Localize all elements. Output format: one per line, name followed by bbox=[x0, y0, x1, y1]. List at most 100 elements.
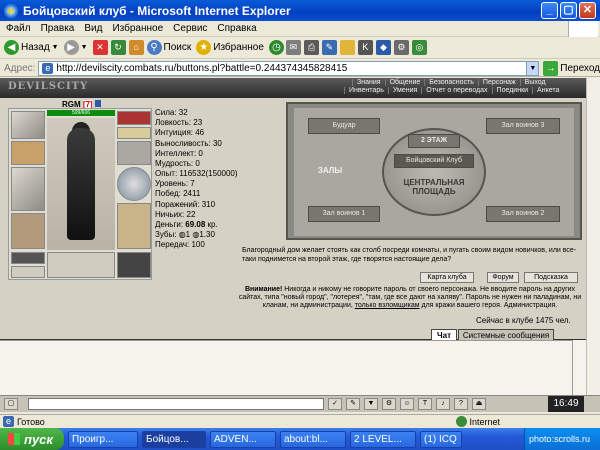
nav-top: Знания Общение Безопасность Персонаж Вых… bbox=[352, 79, 550, 86]
chat-input[interactable] bbox=[28, 398, 324, 410]
room-boudoir[interactable]: Будуар bbox=[308, 118, 380, 134]
back-arrow-icon: ◀ bbox=[4, 40, 19, 55]
favorites-button[interactable]: ★ Избранное bbox=[196, 40, 264, 55]
nav-transfers[interactable]: Отчет о переводах bbox=[421, 87, 491, 94]
close-button[interactable]: ✕ bbox=[579, 2, 596, 19]
task-ie-club[interactable]: Бойцов... bbox=[142, 430, 206, 448]
menu-help[interactable]: Справка bbox=[217, 23, 256, 34]
club-map-button[interactable]: Карта клуба bbox=[420, 272, 474, 283]
task-player[interactable]: Проигр... bbox=[68, 430, 138, 448]
nav-profile[interactable]: Анкета bbox=[532, 87, 563, 94]
shield-slot[interactable] bbox=[117, 167, 151, 201]
chat-exit-icon[interactable]: ⏏ bbox=[472, 398, 486, 410]
hint-button[interactable]: Подсказка bbox=[524, 272, 578, 283]
minimize-button[interactable]: _ bbox=[541, 2, 558, 19]
nav-inventory[interactable]: Инвентарь bbox=[344, 87, 388, 94]
bracers-slot[interactable] bbox=[11, 141, 45, 165]
chat-help-icon[interactable]: ? bbox=[454, 398, 468, 410]
task-adven[interactable]: ADVEN... bbox=[210, 430, 276, 448]
stop-icon[interactable]: ✕ bbox=[92, 40, 108, 55]
chat-sound-icon[interactable]: ♪ bbox=[436, 398, 450, 410]
folder-icon[interactable] bbox=[339, 40, 355, 55]
character-avatar[interactable] bbox=[47, 118, 115, 250]
bag-slots[interactable] bbox=[47, 252, 115, 278]
weapon-slot[interactable] bbox=[11, 167, 45, 211]
stat-losses: Поражений: 310 bbox=[155, 199, 216, 209]
page-scrollbar[interactable] bbox=[586, 78, 600, 395]
online-count: Сейчас в клубе 1475 чел. bbox=[476, 316, 571, 325]
club-link[interactable]: Бойцовский Клуб bbox=[394, 154, 474, 168]
amulet-slot[interactable] bbox=[117, 111, 151, 125]
boots-slot[interactable] bbox=[117, 252, 151, 278]
chat-translit-icon[interactable]: T bbox=[418, 398, 432, 410]
chat-settings-icon[interactable]: ⚙ bbox=[382, 398, 396, 410]
stat-wins: Побед: 2411 bbox=[155, 189, 201, 199]
armor-slot[interactable] bbox=[11, 213, 45, 249]
nav-character[interactable]: Персонаж bbox=[477, 79, 520, 86]
menu-edit[interactable]: Правка bbox=[41, 23, 75, 34]
forward-button[interactable]: ▶ ▼ bbox=[63, 40, 88, 55]
back-button[interactable]: ◀ Назад ▼ bbox=[4, 40, 59, 55]
pants-slot[interactable] bbox=[117, 203, 151, 249]
start-button[interactable]: пуск bbox=[0, 428, 64, 450]
chat-send-icon[interactable]: ✓ bbox=[328, 398, 342, 410]
nav-skills[interactable]: Умения bbox=[387, 87, 421, 94]
globe-icon[interactable]: ◎ bbox=[411, 40, 427, 55]
nav-communication[interactable]: Общение bbox=[384, 79, 425, 86]
address-dropdown-icon[interactable]: ▼ bbox=[526, 61, 539, 75]
tools-icon[interactable]: ⚙ bbox=[393, 40, 409, 55]
chat-controls: ▢ ✓ ✎ ▼ ⚙ ☺ T ♪ ? ⏏ 16:49 bbox=[0, 395, 600, 412]
search-button[interactable]: ⚲ Поиск bbox=[146, 40, 192, 55]
menu-file[interactable]: Файл bbox=[6, 23, 31, 34]
security-notice: Внимание! Никогда и никому не говорите п… bbox=[238, 286, 582, 310]
task-icq[interactable]: (1) ICQ bbox=[420, 430, 462, 448]
info-icon[interactable] bbox=[94, 100, 101, 107]
stat-agility: Ловкость: 23 bbox=[155, 118, 203, 128]
print-icon[interactable]: ⎙ bbox=[303, 40, 319, 55]
menu-favorites[interactable]: Избранное bbox=[112, 23, 163, 34]
task-about-blank[interactable]: about:bl... bbox=[280, 430, 346, 448]
room-hall-3[interactable]: Зал воинов 3 bbox=[486, 118, 560, 134]
helmet-slot[interactable] bbox=[11, 111, 45, 139]
stat-teeth: Зубы: ◍1 ◍1.30 bbox=[155, 230, 215, 240]
floor-2-link[interactable]: 2 ЭТАЖ bbox=[408, 134, 460, 148]
room-hall-1[interactable]: Зал воинов 1 bbox=[308, 206, 380, 222]
search-label: Поиск bbox=[163, 42, 192, 53]
forum-button[interactable]: Форум bbox=[487, 272, 519, 283]
windows-flag-icon bbox=[568, 21, 598, 37]
mail-icon[interactable]: ✉ bbox=[285, 40, 301, 55]
refresh-icon[interactable]: ↻ bbox=[110, 40, 126, 55]
k-icon[interactable]: K bbox=[357, 40, 373, 55]
go-button[interactable]: → Переход bbox=[543, 60, 600, 76]
nav-knowledge[interactable]: Знания bbox=[352, 79, 385, 86]
extra-slot[interactable] bbox=[11, 266, 45, 278]
chat-log[interactable] bbox=[0, 340, 572, 395]
history-icon[interactable]: ◷ bbox=[268, 40, 284, 55]
belt-slot[interactable] bbox=[11, 252, 45, 264]
chat-clear-icon[interactable]: ✎ bbox=[346, 398, 360, 410]
gloves-slot[interactable] bbox=[117, 141, 151, 165]
chat-smiles-icon[interactable]: ☺ bbox=[400, 398, 414, 410]
tab-system-messages[interactable]: Системные сообщения bbox=[458, 329, 554, 340]
tab-chat[interactable]: Чат bbox=[431, 329, 457, 340]
rings-slot[interactable] bbox=[117, 127, 151, 139]
address-input[interactable]: e http://devilscity.combats.ru/buttons.p… bbox=[38, 60, 540, 76]
task-adven-label: ADVEN... bbox=[214, 433, 257, 445]
notice-link[interactable]: только взломщикам bbox=[355, 302, 420, 309]
chat-filter-icon[interactable]: ▼ bbox=[364, 398, 378, 410]
maximize-button[interactable]: ▢ bbox=[560, 2, 577, 19]
stat-strength: Сила: 32 bbox=[155, 108, 188, 117]
edit-icon[interactable]: ✎ bbox=[321, 40, 337, 55]
menu-view[interactable]: Вид bbox=[84, 23, 102, 34]
home-icon[interactable]: ⌂ bbox=[128, 40, 144, 55]
nav-duels[interactable]: Поединки bbox=[491, 87, 533, 94]
task-2-level[interactable]: 2 LEVEL... bbox=[350, 430, 416, 448]
system-tray: photo:scrolls.ru bbox=[524, 428, 600, 450]
nav-security[interactable]: Безопасность bbox=[424, 79, 478, 86]
back-label: Назад bbox=[21, 42, 50, 53]
menu-tools[interactable]: Сервис bbox=[173, 23, 207, 34]
room-hall-2[interactable]: Зал воинов 2 bbox=[486, 206, 560, 222]
messenger-icon[interactable]: ◆ bbox=[375, 40, 391, 55]
nav-exit[interactable]: Выход bbox=[519, 79, 550, 86]
chat-toggle-icon[interactable]: ▢ bbox=[4, 398, 18, 410]
